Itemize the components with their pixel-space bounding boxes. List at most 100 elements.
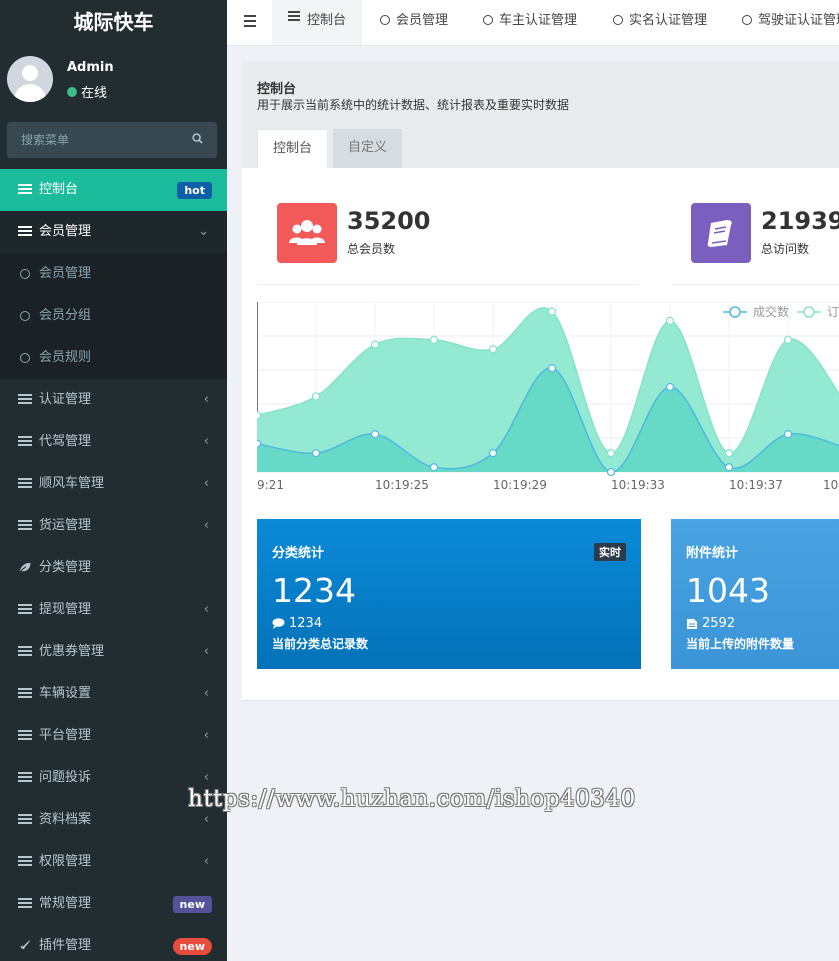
- search-input[interactable]: [7, 122, 177, 158]
- watermark: https://www.huzhan.com/ishop40340: [188, 786, 636, 812]
- card-sub-value: 1234: [289, 616, 323, 631]
- tab-custom[interactable]: 自定义: [333, 129, 403, 168]
- sidebar-item-label: 控制台: [39, 182, 79, 197]
- tab-license-auth[interactable]: 驾驶证认证管理: [742, 0, 839, 45]
- stat-value: 35200: [347, 207, 431, 235]
- x-tick-label: 10:19:29: [493, 478, 547, 492]
- sidebar-item-label: 问题投诉: [39, 770, 92, 785]
- sidebar-item-carpool[interactable]: 顺风车管理 ‹: [0, 463, 227, 505]
- sidebar-item-dashboard[interactable]: 控制台 hot: [0, 169, 227, 211]
- legend-label: 订: [827, 305, 839, 319]
- new-badge: new: [172, 938, 212, 955]
- user-panel: Admin 在线: [0, 46, 227, 118]
- card-sub: 2592: [686, 616, 735, 631]
- page-description: 用于展示当前系统中的统计数据、统计报表及重要实时数据: [257, 98, 570, 112]
- chevron-left-icon: ‹: [203, 686, 209, 701]
- chevron-left-icon: ‹: [203, 392, 209, 407]
- sidebar-item-plugin[interactable]: 插件管理 new: [0, 925, 227, 961]
- sidebar-item-members[interactable]: 会员管理 ⌄: [0, 211, 227, 253]
- sidebar-item-label: 代驾管理: [39, 434, 92, 449]
- stat-visits: 219390 总访问数: [671, 203, 839, 285]
- sidebar-subitem-member-manage[interactable]: 会员管理: [0, 253, 227, 295]
- sidebar-menu: 控制台 hot 会员管理 ⌄ 会员管理 会员分组 会员规则 认证管理 ‹ 代驾管…: [0, 169, 227, 961]
- sidebar-subitem-member-group[interactable]: 会员分组: [0, 295, 227, 337]
- sidebar-item-permission[interactable]: 权限管理 ‹: [0, 841, 227, 883]
- list-icon: [18, 814, 32, 825]
- tab-dashboard[interactable]: 控制台: [272, 0, 363, 45]
- sidebar-item-label: 分类管理: [39, 560, 92, 575]
- tab-dashboard-panel[interactable]: 控制台: [257, 129, 329, 168]
- chart-svg: 9:21 10:19:25 10:19:29 10:19:33 10:19:37 10:1…: [252, 301, 839, 492]
- chevron-left-icon: ‹: [203, 602, 209, 617]
- data-point: [724, 463, 734, 472]
- sidebar-item-freight[interactable]: 货运管理 ‹: [0, 505, 227, 547]
- hot-badge: hot: [177, 182, 212, 199]
- submenu-members: 会员管理 会员分组 会员规则: [0, 253, 227, 379]
- legend-marker: [803, 306, 815, 318]
- list-icon: [288, 11, 300, 23]
- sidebar-item-label: 插件管理: [39, 938, 92, 953]
- circle-icon: [380, 15, 390, 25]
- sidebar-subitem-member-rule[interactable]: 会员规则: [0, 337, 227, 379]
- sidebar-item-coupon[interactable]: 优惠券管理 ‹: [0, 631, 227, 673]
- sidebar-item-general[interactable]: 常规管理 new: [0, 883, 227, 925]
- sidebar-item-label: 会员管理: [39, 224, 92, 239]
- tab-owner-auth[interactable]: 车主认证管理: [483, 0, 577, 45]
- list-icon: [18, 226, 32, 237]
- tab-realname-auth[interactable]: 实名认证管理: [613, 0, 707, 45]
- sidebar-item-chauffeur[interactable]: 代驾管理 ‹: [0, 421, 227, 463]
- avatar: [7, 56, 53, 102]
- data-point: [547, 364, 557, 373]
- list-icon: [18, 184, 32, 195]
- sidebar-item-category[interactable]: 分类管理: [0, 547, 227, 589]
- circle-icon: [20, 269, 30, 279]
- stat-label: 总访问数: [761, 242, 810, 256]
- sidebar-item-label: 会员分组: [39, 308, 92, 323]
- card-title: 附件统计: [686, 546, 739, 561]
- sidebar-item-label: 权限管理: [39, 854, 92, 869]
- tab-member-manage[interactable]: 会员管理: [380, 0, 448, 45]
- tab-label: 驾驶证认证管理: [758, 13, 839, 28]
- tab-label: 车主认证管理: [499, 13, 578, 28]
- book-icon: [691, 203, 751, 263]
- list-icon: [18, 604, 32, 615]
- card-sub-value: 2592: [702, 616, 736, 631]
- chevron-down-icon: ⌄: [198, 224, 209, 239]
- data-point: [488, 345, 498, 354]
- data-point: [724, 449, 734, 458]
- leaf-icon: [19, 562, 31, 573]
- legend-label: 成交数: [753, 304, 789, 319]
- sidebar-item-label: 顺风车管理: [39, 476, 105, 491]
- circle-icon: [483, 15, 493, 25]
- search-icon[interactable]: [192, 133, 203, 144]
- list-icon: [18, 688, 32, 699]
- data-point: [783, 430, 793, 439]
- tab-label: 实名认证管理: [629, 13, 708, 28]
- user-status: 在线: [67, 82, 107, 101]
- sidebar-toggle-icon[interactable]: [244, 15, 256, 27]
- sidebar-item-vehicle[interactable]: 车辆设置 ‹: [0, 673, 227, 715]
- sidebar-item-auth[interactable]: 认证管理 ‹: [0, 379, 227, 421]
- sidebar-item-platform[interactable]: 平台管理 ‹: [0, 715, 227, 757]
- sidebar-item-label: 会员规则: [39, 350, 92, 365]
- list-icon: [18, 730, 32, 741]
- x-tick-label: 10:1: [823, 478, 839, 492]
- list-icon: [18, 646, 32, 657]
- stat-label: 总会员数: [347, 242, 396, 256]
- data-point: [370, 340, 380, 349]
- sidebar-item-label: 认证管理: [39, 392, 92, 407]
- sidebar-item-label: 车辆设置: [39, 686, 92, 701]
- data-point: [252, 439, 262, 448]
- sidebar-item-withdraw[interactable]: 提现管理 ‹: [0, 589, 227, 631]
- top-navbar: 控制台 会员管理 车主认证管理 实名认证管理 驾驶证认证管理: [227, 0, 839, 46]
- x-tick-label: 10:19:37: [729, 478, 783, 492]
- menu-search: [7, 122, 217, 158]
- card-title: 分类统计: [272, 546, 325, 561]
- data-point: [311, 392, 321, 401]
- chevron-left-icon: ‹: [203, 476, 209, 491]
- chevron-left-icon: ‹: [203, 728, 209, 743]
- content-header: 控制台 用于展示当前系统中的统计数据、统计报表及重要实时数据 控制台 自定义: [242, 62, 839, 168]
- x-tick-label: 10:19:33: [611, 478, 665, 492]
- tab-label: 控制台: [307, 13, 347, 28]
- app-logo[interactable]: 城际快车: [0, 0, 227, 46]
